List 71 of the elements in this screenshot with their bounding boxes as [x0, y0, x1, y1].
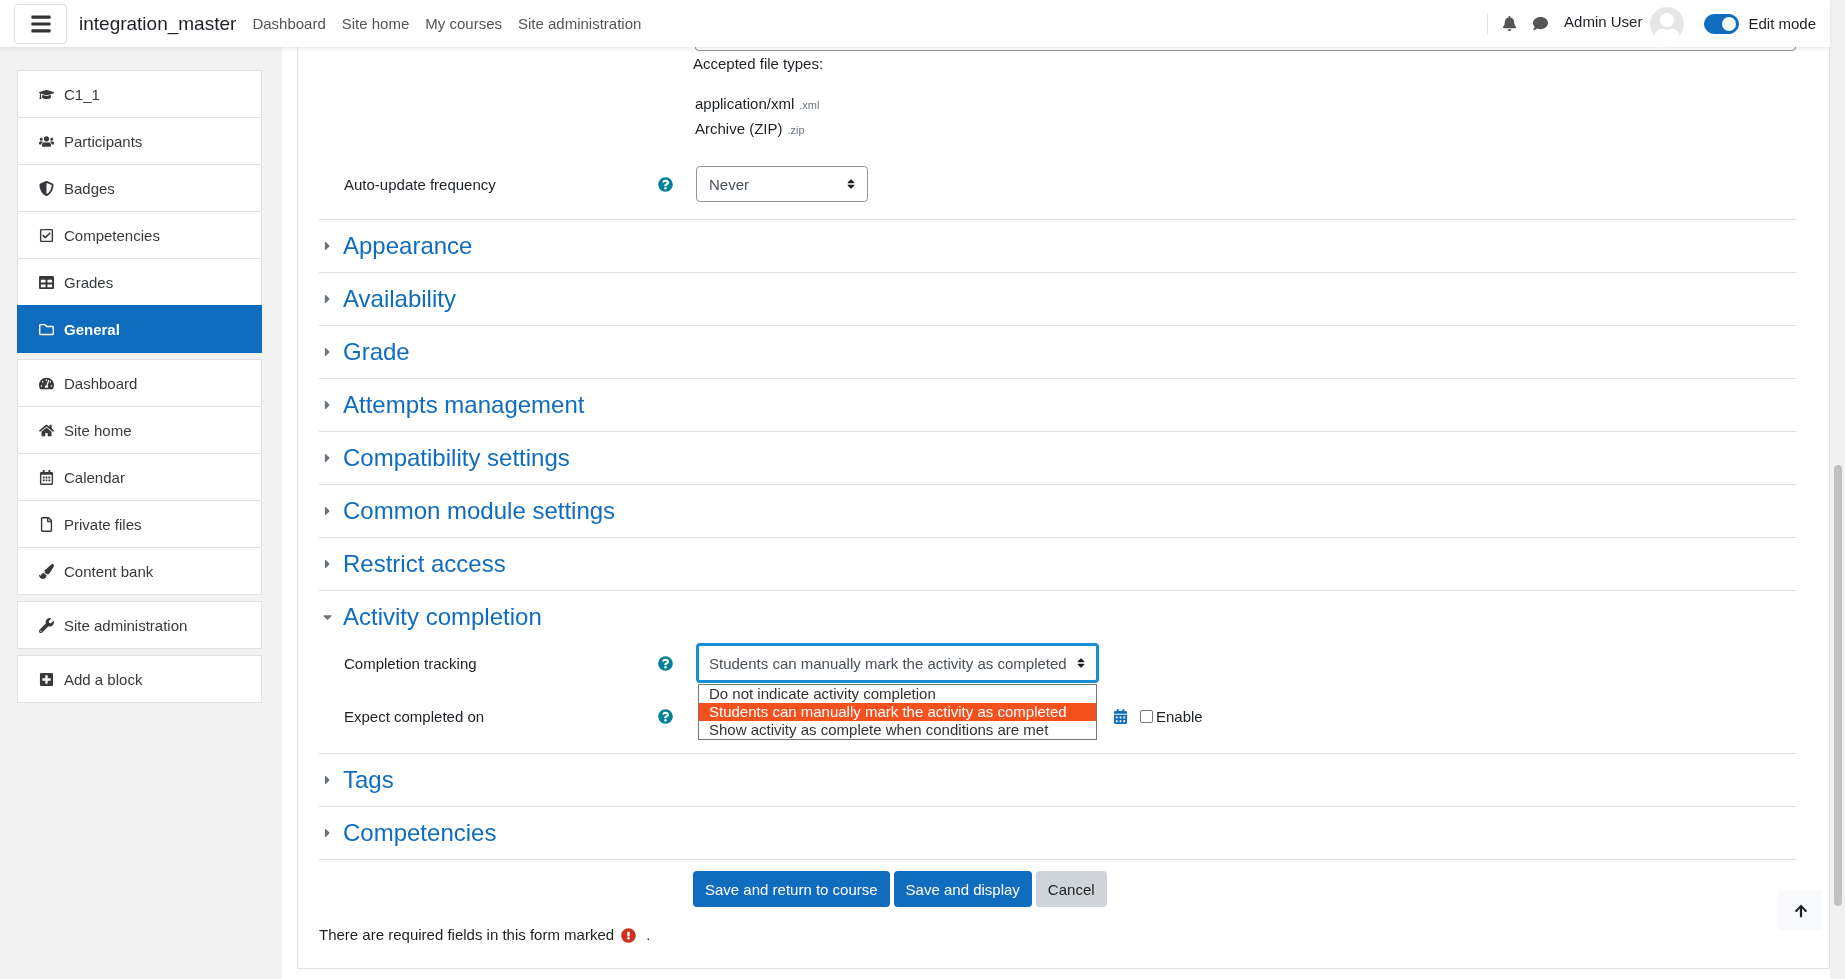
file-extension: .xml: [799, 98, 820, 113]
sidebar-item[interactable]: Calendar: [17, 453, 262, 501]
menu-button[interactable]: [14, 3, 67, 44]
select-field[interactable]: Never: [696, 166, 868, 202]
sidebar-item[interactable]: Participants: [17, 117, 262, 165]
note-period: .: [646, 925, 651, 945]
cancel-button[interactable]: Cancel: [1035, 871, 1107, 907]
site-name[interactable]: integration_master: [79, 12, 237, 35]
arrow-up-icon: [1793, 903, 1808, 918]
toggle-label: Edit mode: [1748, 15, 1816, 32]
table-icon: [38, 274, 55, 290]
sort-icon: [845, 178, 857, 190]
checkbox-label: Enable: [1156, 707, 1203, 725]
section-header[interactable]: Attempts management: [319, 379, 1796, 431]
help-icon[interactable]: [658, 176, 673, 192]
section-header[interactable]: Activity completion: [319, 591, 1796, 643]
calendar-icon[interactable]: [1113, 708, 1128, 724]
sidebar-item[interactable]: General: [17, 305, 262, 353]
section-header[interactable]: Grade: [319, 326, 1796, 378]
nav-link[interactable]: Site home: [341, 15, 410, 32]
accepted-types-label: Accepted file types:: [693, 54, 825, 74]
sidebar-item[interactable]: Badges: [17, 164, 262, 212]
shield-icon: [38, 180, 55, 196]
users-icon: [38, 133, 55, 149]
file-type-name: Archive (ZIP): [695, 119, 783, 139]
section-header[interactable]: Appearance: [319, 220, 1796, 272]
section-header[interactable]: Common module settings: [319, 485, 1796, 537]
house-icon: [38, 422, 55, 438]
calendar-icon: [38, 469, 55, 485]
sidebar-item[interactable]: Private files: [17, 500, 262, 548]
section-header[interactable]: Competencies: [319, 807, 1796, 859]
help-icon[interactable]: [658, 708, 673, 724]
primary-button[interactable]: Save and display: [893, 871, 1032, 907]
file-extension: .zip: [787, 123, 805, 138]
scrollbar[interactable]: [1830, 0, 1845, 979]
sidebar-item[interactable]: Content bank: [17, 547, 262, 595]
gauge-icon: [38, 375, 55, 391]
sidebar-item[interactable]: Grades: [17, 258, 262, 306]
sidebar-item[interactable]: C1_1: [17, 70, 262, 118]
edit-mode-toggle[interactable]: [1704, 13, 1740, 34]
sidebar-item[interactable]: Add a block: [17, 655, 262, 703]
sidebar-item[interactable]: Site administration: [17, 601, 262, 649]
checkbox-icon: [38, 227, 55, 243]
exclamation-icon: [621, 927, 637, 943]
checkbox[interactable]: [1140, 709, 1153, 723]
nav-link[interactable]: Site administration: [518, 15, 642, 32]
help-icon[interactable]: [658, 655, 673, 671]
bell-icon[interactable]: [1502, 16, 1518, 31]
chat-bubble-icon[interactable]: [1533, 16, 1549, 31]
field-label: Completion tracking: [344, 654, 478, 672]
field-label: Expect completed on: [344, 707, 486, 725]
file-type-name: application/xml: [695, 94, 795, 114]
nav-link[interactable]: Dashboard: [252, 15, 326, 32]
paintbrush-icon: [38, 563, 55, 579]
user-name[interactable]: Admin User: [1564, 13, 1643, 30]
required-note: There are required fields in this form marked: [319, 925, 615, 945]
primary-button[interactable]: Save and return to course: [693, 871, 890, 907]
folder-icon: [38, 321, 55, 337]
field-label: Auto-update frequency: [344, 175, 497, 193]
back-to-top-button[interactable]: [1779, 891, 1822, 930]
wrench-icon: [38, 617, 55, 633]
section-header[interactable]: Availability: [319, 273, 1796, 325]
sidebar-item[interactable]: Competencies: [17, 211, 262, 259]
section-header[interactable]: Tags: [319, 754, 1796, 806]
nav-link[interactable]: My courses: [425, 15, 502, 32]
section-header[interactable]: Restrict access: [319, 538, 1796, 590]
sidebar-item[interactable]: Site home: [17, 406, 262, 454]
sidebar-item[interactable]: Dashboard: [17, 359, 262, 407]
scrollbar-thumb[interactable]: [1833, 465, 1842, 906]
section-header[interactable]: Compatibility settings: [319, 432, 1796, 484]
file-icon: [38, 516, 55, 532]
